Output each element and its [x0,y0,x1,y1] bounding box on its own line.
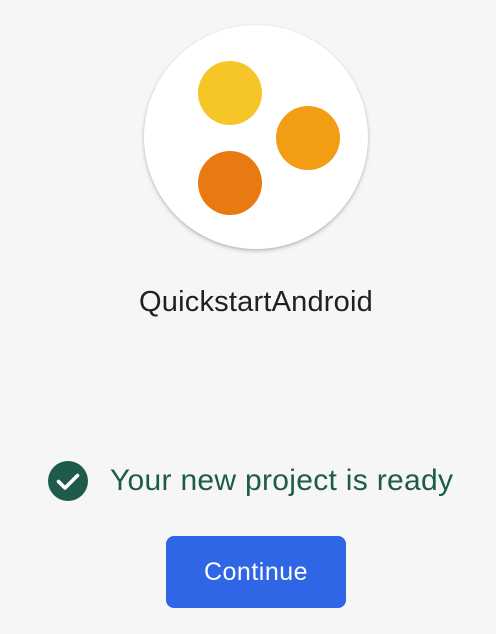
status-text: Your new project is ready [110,464,454,497]
project-name: QuickstartAndroid [139,286,373,318]
status-message: Your new project is ready [48,460,453,502]
project-ready-screen: QuickstartAndroid Your new project is re… [0,0,496,634]
logo-dot-orange [276,106,340,170]
check-circle-icon [48,461,88,501]
project-logo [144,25,368,249]
logo-dot-yellow [198,61,262,125]
logo-dot-dark-orange [198,151,262,215]
continue-button[interactable]: Continue [166,536,346,608]
